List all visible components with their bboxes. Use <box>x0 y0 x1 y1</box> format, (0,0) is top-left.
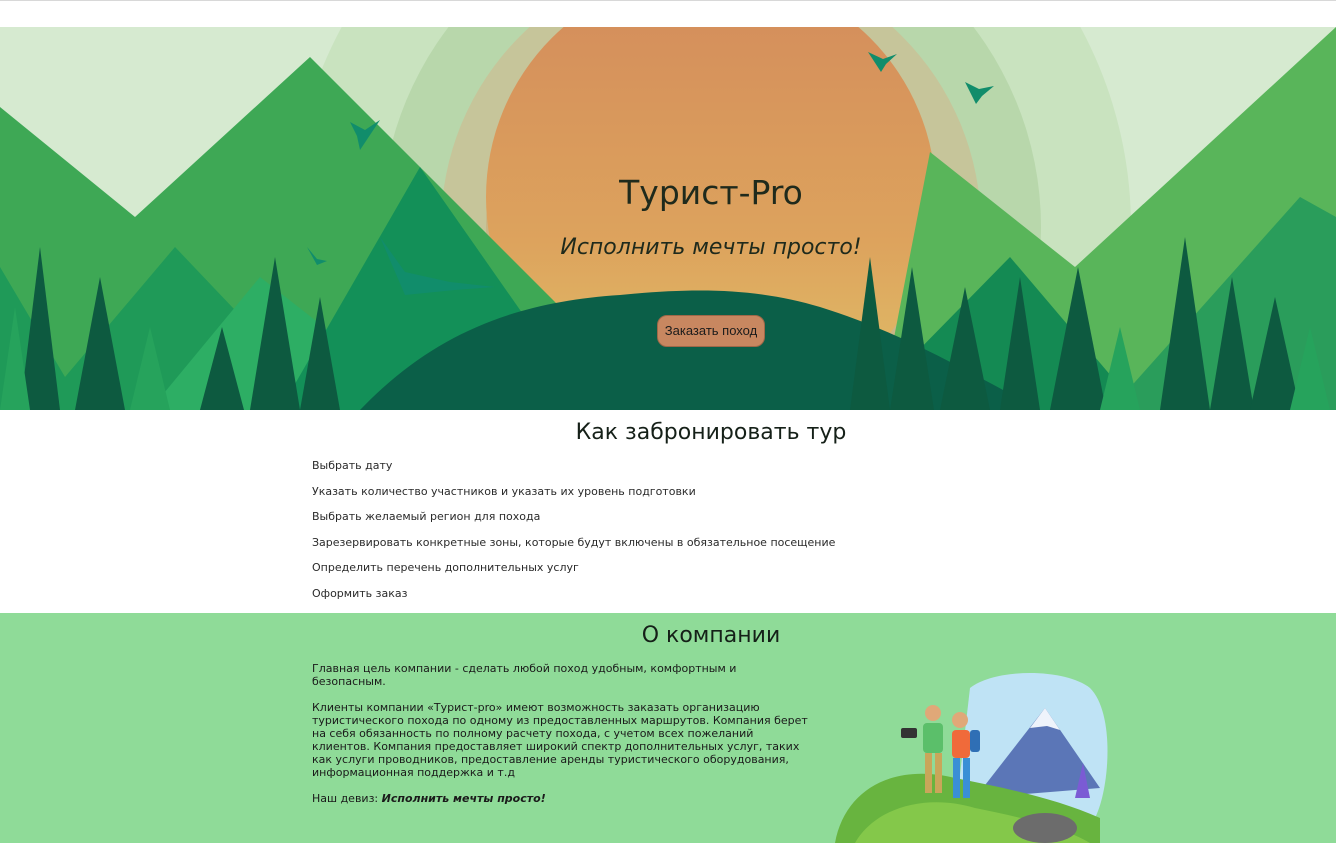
hero-subtitle: Исполнить мечты просто! <box>560 235 862 260</box>
booking-step: Оформить заказ <box>312 586 408 600</box>
about-text: Главная цель компании - сделать любой по… <box>312 662 812 818</box>
browser-top-strip <box>0 0 1336 28</box>
about-motto: Наш девиз: Исполнить мечты просто! <box>312 792 812 805</box>
booking-heading: Как забронировать тур <box>575 420 847 445</box>
booking-step: Зарезервировать конкретные зоны, которые… <box>312 535 836 549</box>
order-hike-button[interactable]: Заказать поход <box>657 315 765 347</box>
about-paragraph-clients: Клиенты компании «Турист-pro» имеют возм… <box>312 701 808 779</box>
hero-title: Турист-Pro <box>619 173 803 212</box>
booking-step: Выбрать желаемый регион для похода <box>312 510 541 523</box>
hikers-illustration <box>835 673 1108 843</box>
booking-step: Выбрать дату <box>312 459 393 472</box>
booking-step: Определить перечень дополнительных услуг <box>312 561 579 574</box>
about-heading: О компании <box>641 623 781 648</box>
about-company-section: О компании Главная цель компании - сдела… <box>0 613 1336 843</box>
forest-landscape-illustration <box>0 27 1336 410</box>
motto-value: Исполнить мечты просто! <box>381 792 546 805</box>
booking-step: Указать количество участников и указать … <box>312 484 696 498</box>
about-paragraph-goal: Главная цель компании - сделать любой по… <box>312 662 737 688</box>
motto-label: Наш девиз: <box>312 792 382 805</box>
booking-steps-section: Как забронировать тур Выбрать дату Указа… <box>0 410 1336 613</box>
hero-banner: Турист-Pro Исполнить мечты просто! Заказ… <box>0 27 1336 410</box>
booking-steps-list: Выбрать дату Указать количество участник… <box>312 458 835 611</box>
